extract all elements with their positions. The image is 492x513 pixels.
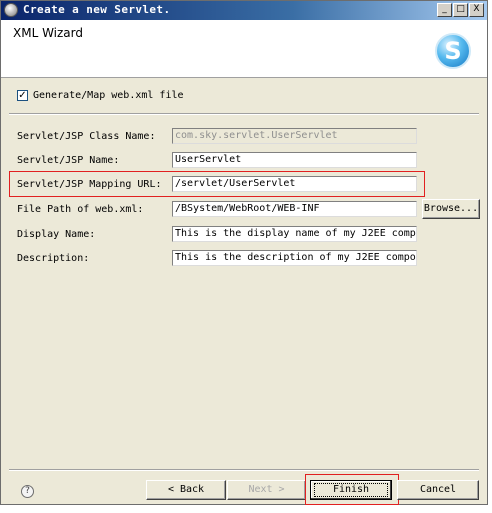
description-field[interactable]: This is the description of my J2EE compo… <box>172 250 417 266</box>
wizard-dialog: Create a new Servlet. _ □ X XML Wizard S… <box>0 0 488 505</box>
background-strip <box>0 505 492 513</box>
mapping-url-highlight <box>9 171 425 197</box>
page-title: XML Wizard <box>13 26 84 40</box>
generate-web-xml-label: Generate/Map web.xml file <box>33 90 184 101</box>
generate-web-xml-checkbox[interactable]: ✓ <box>17 90 28 101</box>
window-title: Create a new Servlet. <box>23 3 171 16</box>
title-bar[interactable]: Create a new Servlet. _ □ X <box>1 1 487 20</box>
cancel-button[interactable]: Cancel <box>397 480 479 500</box>
file-path-label: File Path of web.xml: <box>17 204 144 215</box>
help-icon[interactable]: ? <box>21 485 34 498</box>
display-name-label: Display Name: <box>17 229 96 240</box>
divider-top <box>9 113 479 115</box>
java-app-icon <box>4 3 18 17</box>
maximize-button[interactable]: □ <box>453 3 468 17</box>
jsp-name-label: Servlet/JSP Name: <box>17 155 120 166</box>
close-button[interactable]: X <box>469 3 484 17</box>
description-label: Description: <box>17 253 90 264</box>
file-path-field[interactable]: /BSystem/WebRoot/WEB-INF <box>172 201 417 217</box>
display-name-field[interactable]: This is the display name of my J2EE comp… <box>172 226 417 242</box>
divider-bottom <box>9 469 479 471</box>
servlet-logo-icon: S <box>435 33 471 69</box>
jsp-name-field[interactable]: UserServlet <box>172 152 417 168</box>
finish-highlight <box>305 474 399 505</box>
next-button: Next > <box>227 480 306 500</box>
wizard-header: XML Wizard S <box>1 20 487 78</box>
browse-button[interactable]: Browse... <box>422 199 480 219</box>
back-button[interactable]: < Back <box>146 480 226 500</box>
minimize-button[interactable]: _ <box>437 3 452 17</box>
class-name-field: com.sky.servlet.UserServlet <box>172 128 417 144</box>
class-name-label: Servlet/JSP Class Name: <box>17 131 156 142</box>
